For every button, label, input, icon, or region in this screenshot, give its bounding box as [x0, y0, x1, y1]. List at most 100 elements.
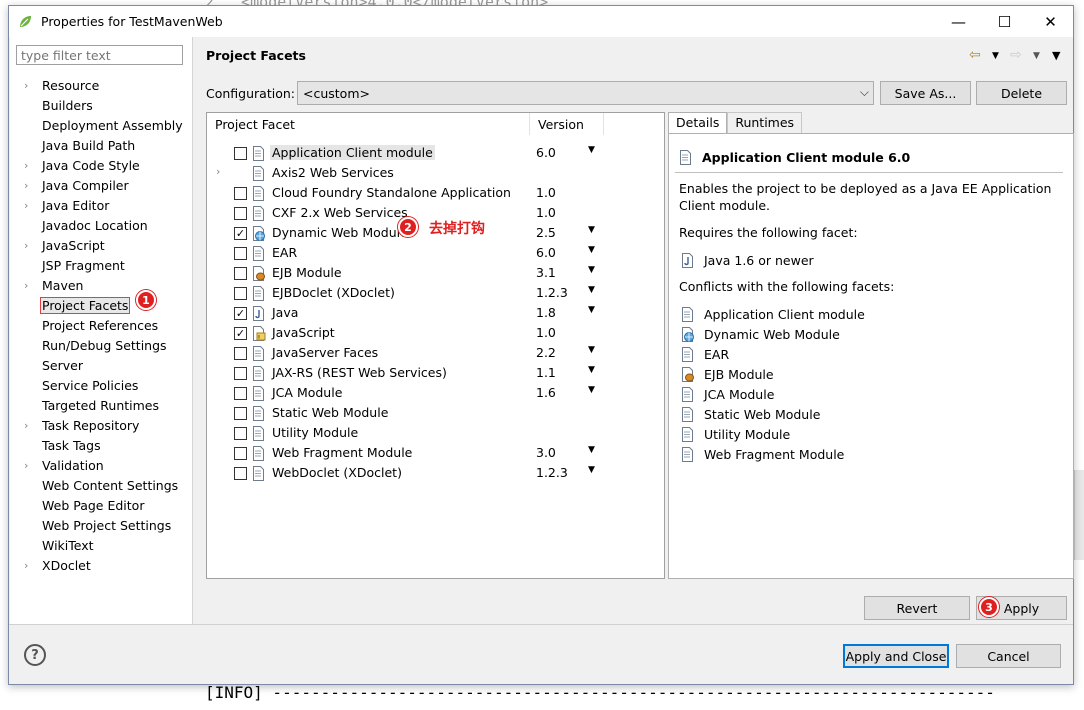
version-dropdown-icon[interactable]: ▼	[588, 465, 595, 475]
column-header-facet[interactable]: Project Facet	[207, 113, 530, 135]
facet-checkbox[interactable]	[234, 287, 247, 300]
sidebar-item-resource[interactable]: › Resource	[10, 75, 193, 95]
title-bar[interactable]: Properties for TestMavenWeb — ☐ ✕	[9, 6, 1073, 37]
sidebar-item-validation[interactable]: › Validation	[10, 455, 193, 475]
expand-arrow-icon[interactable]: ›	[24, 419, 32, 432]
sidebar-item-java-build-path[interactable]: Java Build Path	[10, 135, 193, 155]
sidebar-item-web-content-settings[interactable]: Web Content Settings	[10, 475, 193, 495]
sidebar-item-jsp-fragment[interactable]: JSP Fragment	[10, 255, 193, 275]
forward-menu-chevron-icon[interactable]: ▼	[1033, 51, 1040, 61]
facet-checkbox[interactable]	[234, 427, 247, 440]
facet-row[interactable]: › Axis2 Web Services	[207, 163, 664, 183]
view-menu-icon[interactable]: ▼	[1052, 49, 1060, 62]
facet-checkbox[interactable]	[234, 347, 247, 360]
sidebar-item-builders[interactable]: Builders	[10, 95, 193, 115]
version-dropdown-icon[interactable]: ▼	[588, 285, 595, 295]
facet-version[interactable]: 1.2.3	[536, 285, 568, 300]
facet-checkbox[interactable]: ✓	[234, 327, 247, 340]
version-dropdown-icon[interactable]: ▼	[588, 445, 595, 455]
version-dropdown-icon[interactable]: ▼	[588, 265, 595, 275]
facet-row[interactable]: Application Client module 6.0 ▼	[207, 143, 664, 163]
sidebar-item-java-editor[interactable]: › Java Editor	[10, 195, 193, 215]
facet-checkbox[interactable]	[234, 467, 247, 480]
sidebar-item-project-references[interactable]: Project References	[10, 315, 193, 335]
sidebar-item-xdoclet[interactable]: › XDoclet	[10, 555, 193, 575]
expand-arrow-icon[interactable]: ›	[24, 179, 32, 192]
facet-version[interactable]: 1.2.3	[536, 465, 568, 480]
facet-checkbox[interactable]	[234, 447, 247, 460]
facet-version[interactable]: 6.0	[536, 245, 556, 260]
facet-version[interactable]: 6.0	[536, 145, 556, 160]
sidebar-item-server[interactable]: Server	[10, 355, 193, 375]
maximize-button[interactable]: ☐	[982, 6, 1027, 37]
facet-row[interactable]: JCA Module 1.6 ▼	[207, 383, 664, 403]
facet-row[interactable]: ✓ JavaScript 1.0	[207, 323, 664, 343]
sidebar-item-project-facets[interactable]: Project Facets	[10, 295, 193, 315]
minimize-button[interactable]: —	[936, 6, 981, 37]
sidebar-item-web-page-editor[interactable]: Web Page Editor	[10, 495, 193, 515]
sidebar-item-wikitext[interactable]: WikiText	[10, 535, 193, 555]
sidebar-item-web-project-settings[interactable]: Web Project Settings	[10, 515, 193, 535]
tab-details[interactable]: Details	[668, 112, 728, 135]
facet-checkbox[interactable]	[234, 387, 247, 400]
expand-arrow-icon[interactable]: ›	[24, 559, 32, 572]
version-dropdown-icon[interactable]: ▼	[588, 385, 595, 395]
sidebar-item-task-repository[interactable]: › Task Repository	[10, 415, 193, 435]
expand-arrow-icon[interactable]: ›	[24, 199, 32, 212]
facet-row[interactable]: Web Fragment Module 3.0 ▼	[207, 443, 664, 463]
expand-arrow-icon[interactable]: ›	[24, 279, 32, 292]
facet-row[interactable]: EJBDoclet (XDoclet) 1.2.3 ▼	[207, 283, 664, 303]
expand-arrow-icon[interactable]: ›	[24, 79, 32, 92]
facet-version[interactable]: 1.1	[536, 365, 556, 380]
close-button[interactable]: ✕	[1028, 6, 1073, 37]
expand-arrow-icon[interactable]: ›	[216, 165, 220, 178]
facet-row[interactable]: JavaServer Faces 2.2 ▼	[207, 343, 664, 363]
sidebar-item-javadoc-location[interactable]: Javadoc Location	[10, 215, 193, 235]
facet-version[interactable]: 3.1	[536, 265, 556, 280]
back-menu-chevron-icon[interactable]: ▼	[992, 51, 999, 61]
delete-button[interactable]: Delete	[976, 81, 1067, 105]
tab-runtimes[interactable]: Runtimes	[727, 112, 803, 134]
forward-arrow-icon[interactable]: ⇨	[1010, 47, 1022, 63]
facet-checkbox[interactable]	[234, 207, 247, 220]
facet-checkbox[interactable]	[234, 147, 247, 160]
facet-row[interactable]: ✓ Java 1.8 ▼	[207, 303, 664, 323]
save-as-button[interactable]: Save As...	[880, 81, 971, 105]
version-dropdown-icon[interactable]: ▼	[588, 345, 595, 355]
facet-checkbox[interactable]: ✓	[234, 227, 247, 240]
back-arrow-icon[interactable]: ⇦	[969, 47, 981, 63]
facet-version[interactable]: 2.5	[536, 225, 556, 240]
sidebar-item-run-debug-settings[interactable]: Run/Debug Settings	[10, 335, 193, 355]
facet-row[interactable]: EJB Module 3.1 ▼	[207, 263, 664, 283]
facet-version[interactable]: 2.2	[536, 345, 556, 360]
expand-arrow-icon[interactable]: ›	[24, 459, 32, 472]
facet-version[interactable]: 1.8	[536, 305, 556, 320]
sidebar-item-javascript[interactable]: › JavaScript	[10, 235, 193, 255]
facet-checkbox[interactable]	[234, 367, 247, 380]
facet-row[interactable]: Utility Module	[207, 423, 664, 443]
sidebar-item-deployment-assembly[interactable]: Deployment Assembly	[10, 115, 193, 135]
apply-and-close-button[interactable]: Apply and Close	[843, 644, 949, 668]
expand-arrow-icon[interactable]: ›	[24, 239, 32, 252]
facet-row[interactable]: Static Web Module	[207, 403, 664, 423]
version-dropdown-icon[interactable]: ▼	[588, 245, 595, 255]
sidebar-item-java-compiler[interactable]: › Java Compiler	[10, 175, 193, 195]
sidebar-item-task-tags[interactable]: Task Tags	[10, 435, 193, 455]
facet-row[interactable]: WebDoclet (XDoclet) 1.2.3 ▼	[207, 463, 664, 483]
sidebar-item-targeted-runtimes[interactable]: Targeted Runtimes	[10, 395, 193, 415]
facet-row[interactable]: Cloud Foundry Standalone Application 1.0	[207, 183, 664, 203]
sidebar-item-maven[interactable]: › Maven	[10, 275, 193, 295]
version-dropdown-icon[interactable]: ▼	[588, 305, 595, 315]
sidebar-item-service-policies[interactable]: Service Policies	[10, 375, 193, 395]
configuration-select[interactable]: <custom> ⌵	[297, 81, 874, 105]
cancel-button[interactable]: Cancel	[956, 644, 1061, 668]
facet-checkbox[interactable]	[234, 407, 247, 420]
facet-version[interactable]: 3.0	[536, 445, 556, 460]
help-icon[interactable]: ?	[24, 644, 46, 666]
facet-row[interactable]: JAX-RS (REST Web Services) 1.1 ▼	[207, 363, 664, 383]
facet-checkbox[interactable]	[234, 267, 247, 280]
version-dropdown-icon[interactable]: ▼	[588, 365, 595, 375]
facet-checkbox[interactable]	[234, 247, 247, 260]
sidebar-item-java-code-style[interactable]: › Java Code Style	[10, 155, 193, 175]
facet-checkbox[interactable]: ✓	[234, 307, 247, 320]
